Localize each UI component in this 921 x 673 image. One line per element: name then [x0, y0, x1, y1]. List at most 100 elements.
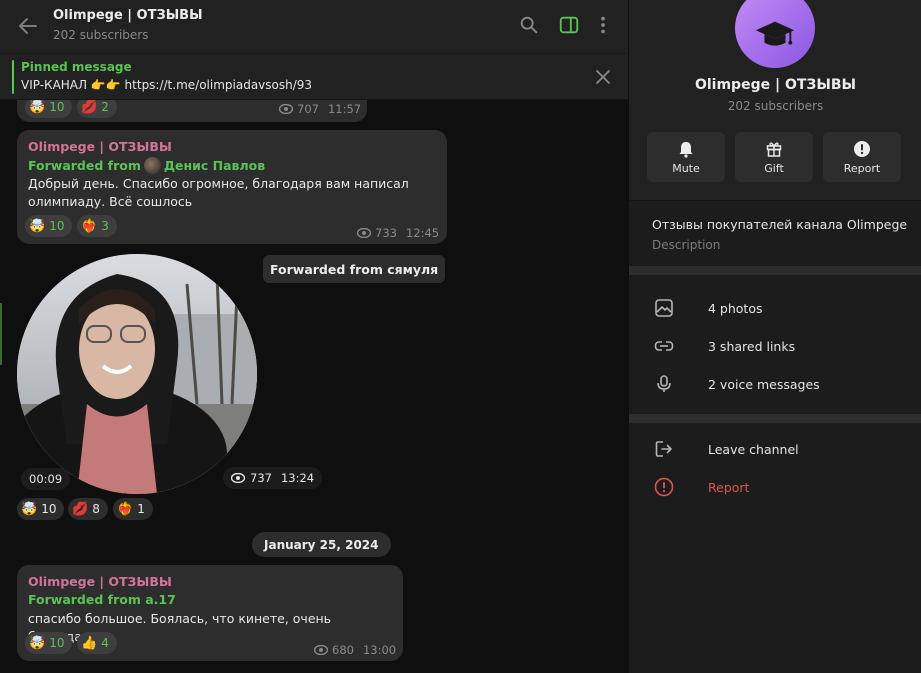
- chat-title[interactable]: Olimpege | ОТЗЫВЫ: [53, 8, 203, 23]
- reaction-count: 10: [41, 502, 57, 516]
- reaction-count: 10: [49, 219, 65, 233]
- reaction-chip[interactable]: 🤯 10: [17, 498, 65, 520]
- reaction-chip[interactable]: 💋 2: [77, 100, 117, 118]
- reaction-emoji: ❤️‍🔥: [81, 218, 98, 234]
- close-icon[interactable]: [594, 68, 612, 86]
- message-bubble[interactable]: 🤯 10 💋 2 707 11:57: [17, 100, 367, 122]
- forwarded-from[interactable]: Forwarded from a.17: [28, 592, 176, 607]
- message-time: 13:00: [362, 643, 397, 657]
- message-meta: 680 13:00: [314, 643, 396, 657]
- shared-links-row[interactable]: 3 shared links: [629, 327, 921, 365]
- channel-info-header: Olimpege | ОТЗЫВЫ 202 subscribers Mute G…: [629, 0, 921, 200]
- view-count: 680: [332, 643, 354, 657]
- selection-strip: [0, 303, 2, 365]
- message-bubble[interactable]: Olimpege | ОТЗЫВЫ Forwarded from a.17 сп…: [17, 565, 403, 661]
- back-arrow-icon[interactable]: [16, 14, 40, 38]
- views-icon: [279, 104, 293, 114]
- reaction-emoji: 🤯: [29, 635, 46, 651]
- channel-avatar[interactable]: [735, 0, 815, 68]
- description-block: Отзывы покупателей канала Olimpege Descr…: [629, 200, 921, 266]
- message-author[interactable]: Olimpege | ОТЗЫВЫ: [28, 574, 172, 589]
- gift-icon: [766, 141, 782, 157]
- views-icon: [357, 228, 371, 238]
- message-time: 12:45: [405, 226, 440, 240]
- message-text-line: олимпиаду. Всё сошлось: [28, 194, 193, 209]
- reaction-emoji: 💋: [81, 100, 98, 115]
- reaction-emoji: 👍: [81, 635, 98, 651]
- photo-icon: [655, 299, 673, 317]
- leave-channel-label: Leave channel: [708, 441, 799, 457]
- date-separator: January 25, 2024: [252, 532, 391, 557]
- views-icon: [314, 645, 328, 655]
- reaction-count: 1: [137, 502, 145, 516]
- forwarded-from[interactable]: Forwarded from Денис Павлов: [28, 157, 265, 174]
- voice-messages-row[interactable]: 2 voice messages: [629, 365, 921, 403]
- mute-label: Mute: [672, 161, 700, 175]
- gift-label: Gift: [764, 161, 784, 175]
- message-text-line: Добрый день. Спасибо огромное, благодаря…: [28, 176, 409, 191]
- reaction-chip[interactable]: 👍 4: [77, 632, 117, 654]
- channel-subscriber-count: 202 subscribers: [727, 99, 824, 113]
- search-icon[interactable]: [518, 14, 540, 36]
- report-button[interactable]: Report: [823, 132, 901, 182]
- reaction-chip[interactable]: 🤯 10: [25, 215, 73, 237]
- pinned-indicator: [12, 60, 14, 94]
- photos-label: 4 photos: [708, 300, 763, 316]
- alert-icon: [854, 140, 870, 157]
- channel-info-panel: Olimpege | ОТЗЫВЫ 202 subscribers Mute G…: [628, 0, 921, 673]
- leave-icon: [655, 441, 672, 457]
- photos-row[interactable]: 4 photos: [629, 289, 921, 327]
- message-author[interactable]: Olimpege | ОТЗЫВЫ: [28, 139, 172, 154]
- sidebar-toggle-icon[interactable]: [558, 14, 580, 36]
- reaction-chip[interactable]: 🤯 10: [25, 100, 73, 118]
- message-list[interactable]: 🤯 10 💋 2 707 11:57 Olimpege | ОТЗЫВЫ For…: [0, 100, 628, 673]
- pinned-text: VIP-КАНАЛ 👉👉 https://t.me/olimpiadavsosh…: [21, 78, 313, 92]
- gift-button[interactable]: Gift: [735, 132, 813, 182]
- forwarded-avatar: [143, 157, 161, 174]
- report-label: Report: [843, 161, 881, 175]
- section-divider: [629, 266, 921, 275]
- bell-icon: [679, 141, 693, 158]
- channel-description: Отзывы покупателей канала Olimpege: [652, 217, 908, 232]
- view-count: 707: [297, 102, 319, 116]
- microphone-icon: [657, 375, 671, 392]
- pinned-title: Pinned message: [21, 60, 132, 74]
- reaction-chip[interactable]: ❤️‍🔥 3: [77, 215, 117, 237]
- forwarded-name: Денис Павлов: [163, 158, 266, 173]
- reaction-emoji: ❤️‍🔥: [117, 501, 134, 517]
- reaction-emoji: 💋: [72, 501, 89, 517]
- reaction-count: 3: [101, 219, 109, 233]
- message-time: 11:57: [327, 102, 362, 116]
- channel-name: Olimpege | ОТЗЫВЫ: [694, 77, 857, 93]
- reaction-count: 2: [101, 100, 109, 114]
- reaction-chip[interactable]: ❤️‍🔥 1: [113, 498, 153, 520]
- message-text: Добрый день. Спасибо огромное, благодаря…: [28, 175, 409, 211]
- chat-subscriber-count: 202 subscribers: [53, 28, 149, 42]
- reaction-emoji: 🤯: [21, 501, 38, 517]
- link-icon: [654, 341, 674, 351]
- view-count: 733: [375, 226, 397, 240]
- chat-header: Olimpege | ОТЗЫВЫ 202 subscribers: [0, 0, 628, 54]
- message-bubble[interactable]: Olimpege | ОТЗЫВЫ Forwarded from Денис П…: [17, 130, 447, 244]
- more-options-icon[interactable]: [592, 14, 614, 36]
- reaction-chip[interactable]: 💋 8: [68, 498, 108, 520]
- message-time: 13:24: [280, 471, 315, 485]
- video-note-thumbnail: [17, 254, 257, 494]
- forwarded-label[interactable]: Forwarded from сямуля: [263, 255, 446, 283]
- reaction-emoji: 🤯: [29, 100, 46, 115]
- reaction-count: 10: [49, 100, 65, 114]
- section-divider: [629, 414, 921, 423]
- graduation-cap-icon: [755, 21, 795, 46]
- views-icon: [231, 473, 245, 483]
- mute-button[interactable]: Mute: [647, 132, 725, 182]
- reaction-chip[interactable]: 🤯 10: [25, 632, 73, 654]
- leave-channel-row[interactable]: Leave channel: [629, 430, 921, 468]
- report-row[interactable]: Report: [629, 468, 921, 506]
- pinned-message-bar[interactable]: Pinned message VIP-КАНАЛ 👉👉 https://t.me…: [0, 54, 628, 100]
- video-meta: 737 13:24: [223, 467, 323, 489]
- description-label: Description: [652, 238, 721, 252]
- message-meta: 707 11:57: [279, 102, 361, 116]
- reaction-count: 8: [92, 502, 100, 516]
- video-note[interactable]: [17, 254, 257, 494]
- message-meta: 733 12:45: [357, 226, 439, 240]
